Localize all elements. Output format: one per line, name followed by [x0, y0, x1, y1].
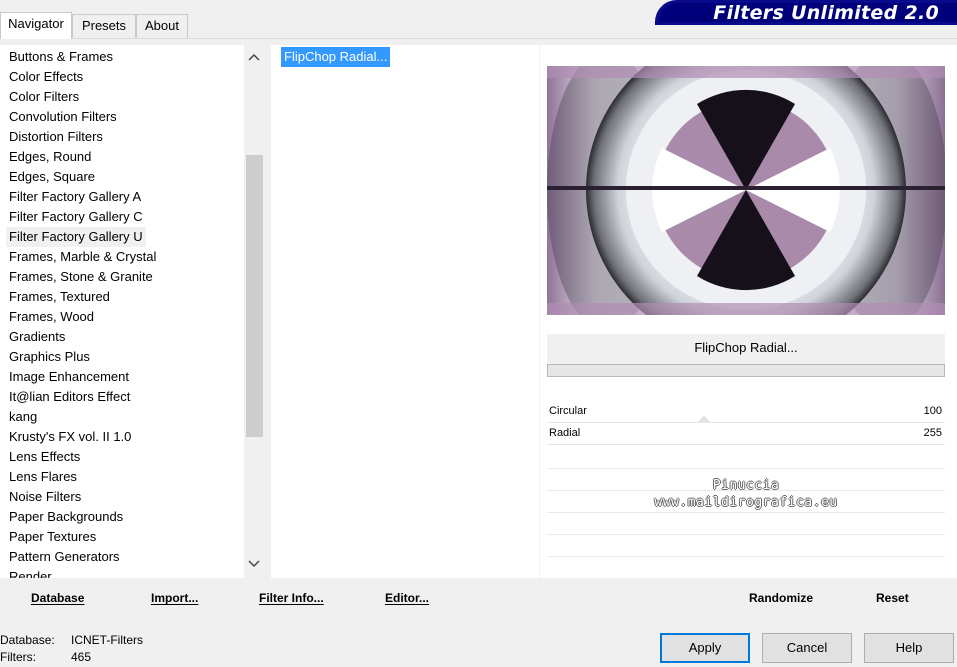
category-item[interactable]: Frames, Stone & Granite: [6, 267, 156, 287]
filter-preview-image: [547, 66, 945, 315]
category-item[interactable]: Graphics Plus: [6, 347, 93, 367]
category-item[interactable]: Krusty's FX vol. II 1.0: [6, 427, 134, 447]
category-item[interactable]: Frames, Wood: [6, 307, 97, 327]
category-item[interactable]: Noise Filters: [6, 487, 84, 507]
param-label: Radial: [549, 427, 581, 439]
database-button[interactable]: Database: [31, 591, 84, 605]
tab-presets[interactable]: Presets: [72, 14, 136, 38]
param-row-empty: [547, 512, 945, 513]
category-item[interactable]: Pattern Generators: [6, 547, 123, 567]
category-item[interactable]: Lens Flares: [6, 467, 80, 487]
filter-info-button[interactable]: Filter Info...: [259, 591, 324, 605]
category-item[interactable]: Gradients: [6, 327, 68, 347]
filters-count-value: 465: [71, 650, 92, 664]
app-title: Filters Unlimited 2.0: [713, 2, 939, 24]
category-item[interactable]: Frames, Marble & Crystal: [6, 247, 159, 267]
tab-about[interactable]: About: [136, 14, 188, 38]
database-status-label: Database:: [0, 633, 55, 647]
param-row-empty: [547, 556, 945, 557]
category-item[interactable]: Filter Factory Gallery C: [6, 207, 146, 227]
editor-button[interactable]: Editor...: [385, 591, 429, 605]
param-value: 100: [923, 405, 942, 417]
category-item[interactable]: Paper Textures: [6, 527, 99, 547]
category-item[interactable]: Filter Factory Gallery U: [6, 227, 146, 247]
scrollbar-thumb[interactable]: [246, 155, 263, 437]
tab-navigator[interactable]: Navigator: [0, 12, 72, 39]
help-button[interactable]: Help: [864, 633, 954, 663]
category-item[interactable]: Edges, Square: [6, 167, 98, 187]
category-list[interactable]: Buttons & Frames Color Effects Color Filte…: [0, 45, 264, 584]
reset-button[interactable]: Reset: [876, 591, 909, 605]
param-label: Circular: [549, 405, 587, 417]
chevron-down-icon[interactable]: [244, 555, 264, 575]
category-item[interactable]: Convolution Filters: [6, 107, 120, 127]
param-row-radial[interactable]: Radial 255: [547, 423, 945, 445]
watermark: Pinuccia www.maildirografica.eu: [654, 478, 838, 510]
category-item[interactable]: Edges, Round: [6, 147, 94, 167]
param-row-empty: [547, 468, 945, 469]
category-item[interactable]: Lens Effects: [6, 447, 83, 467]
category-item[interactable]: Filter Factory Gallery A: [6, 187, 144, 207]
category-item[interactable]: Paper Backgrounds: [6, 507, 126, 527]
selected-filter-name: FlipChop Radial...: [547, 334, 945, 364]
tab-bar-divider: [0, 38, 957, 39]
filter-item-selected[interactable]: FlipChop Radial...: [281, 47, 391, 67]
progress-bar: [547, 364, 945, 377]
param-row-circular[interactable]: Circular 100: [547, 401, 945, 423]
filters-count-label: Filters:: [0, 650, 36, 664]
randomize-button[interactable]: Randomize: [749, 591, 813, 605]
cancel-button[interactable]: Cancel: [762, 633, 852, 663]
category-item[interactable]: Image Enhancement: [6, 367, 132, 387]
param-row-empty: [547, 534, 945, 535]
import-button[interactable]: Import...: [151, 591, 198, 605]
category-item[interactable]: kang: [6, 407, 40, 427]
category-scrollbar[interactable]: [244, 45, 264, 578]
chevron-up-icon[interactable]: [244, 48, 264, 68]
category-item[interactable]: Distortion Filters: [6, 127, 106, 147]
category-item[interactable]: Frames, Textured: [6, 287, 113, 307]
title-banner: Filters Unlimited 2.0: [655, 0, 957, 25]
database-status-value: ICNET-Filters: [71, 633, 143, 647]
category-item[interactable]: Color Filters: [6, 87, 82, 107]
filter-list[interactable]: [271, 45, 539, 578]
category-item[interactable]: Color Effects: [6, 67, 86, 87]
category-item[interactable]: Buttons & Frames: [6, 47, 116, 67]
category-item[interactable]: It@lian Editors Effect: [6, 387, 133, 407]
apply-button[interactable]: Apply: [660, 633, 750, 663]
param-value: 255: [923, 427, 942, 439]
